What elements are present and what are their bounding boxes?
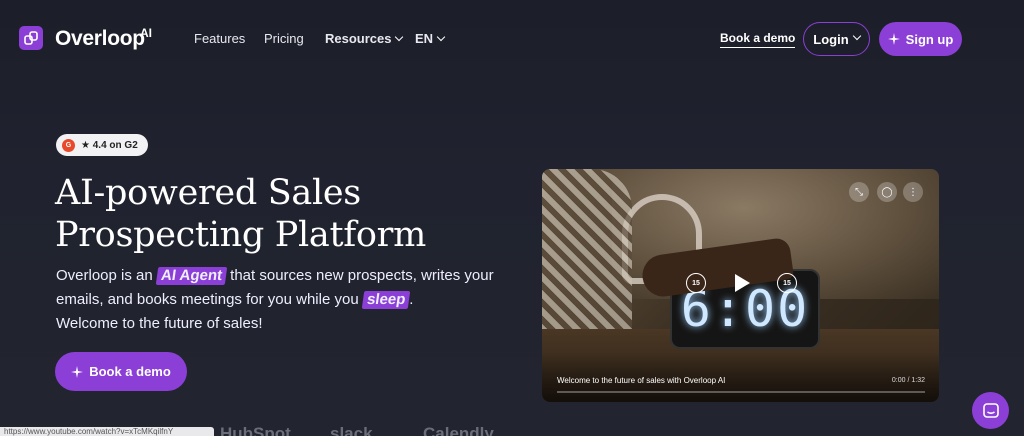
video-caption: Welcome to the future of sales with Over… xyxy=(557,376,726,385)
video-player[interactable]: 6:00 ⤡ ◯ ⋮ 15 15 Welcome to the future o… xyxy=(542,169,939,402)
chat-icon xyxy=(982,402,999,418)
g2-rating-badge[interactable]: G ★ 4.4 on G2 xyxy=(56,134,148,156)
hero-title: AI-powered Sales Prospecting Platform xyxy=(55,172,525,256)
signup-label: Sign up xyxy=(905,31,954,47)
slack-logo: slack xyxy=(330,424,373,436)
hero-desc-text: Overloop is an xyxy=(56,267,153,284)
overloop-logo-icon[interactable] xyxy=(19,26,43,50)
hero-book-demo-button[interactable]: Book a demo xyxy=(55,352,187,391)
hero-title-line1: AI-powered Sales xyxy=(55,173,361,213)
g2-icon: G xyxy=(62,138,75,152)
hubspot-logo: HubSpot xyxy=(220,424,291,436)
highlight-sleep: sleep xyxy=(361,291,411,309)
chevron-down-icon xyxy=(395,32,404,42)
brand-suffix: AI xyxy=(140,26,152,40)
nav-resources-label: Resources xyxy=(325,31,392,46)
nav-features[interactable]: Features xyxy=(194,31,245,46)
chat-widget-button[interactable] xyxy=(972,392,1009,429)
nav-language-label: EN xyxy=(415,31,434,46)
play-icon[interactable] xyxy=(724,266,758,300)
more-options-icon[interactable]: ⋮ xyxy=(903,182,923,202)
book-demo-link[interactable]: Book a demo xyxy=(720,31,796,48)
nav-language[interactable]: EN xyxy=(415,31,446,46)
highlight-ai-agent: AI Agent xyxy=(155,267,228,285)
login-button[interactable]: Login xyxy=(803,22,870,56)
nav-resources[interactable]: Resources xyxy=(325,31,404,46)
forward-15-icon[interactable]: 15 xyxy=(777,273,797,293)
calendly-logo: Calendly xyxy=(423,424,494,436)
brand-name[interactable]: Overloop xyxy=(55,27,145,51)
video-lamp xyxy=(542,169,632,349)
video-time: 0:00 / 1:32 xyxy=(891,377,925,384)
sparkle-icon xyxy=(71,365,84,378)
hero-desc-tagline: Welcome to the future of sales! xyxy=(56,315,263,332)
top-nav: Overloop AI Features Pricing Resources E… xyxy=(0,0,1024,76)
login-label: Login xyxy=(813,31,849,47)
nav-pricing[interactable]: Pricing xyxy=(264,31,304,46)
chevron-down-icon xyxy=(436,32,446,42)
comment-icon[interactable]: ◯ xyxy=(877,182,897,202)
sparkle-icon xyxy=(887,33,900,45)
hero-description: Overloop is an AI Agent that sources new… xyxy=(56,264,516,336)
chevron-down-icon xyxy=(852,31,861,41)
signup-button[interactable]: Sign up xyxy=(879,22,962,56)
rewind-15-icon[interactable]: 15 xyxy=(686,273,706,293)
hero-cta-label: Book a demo xyxy=(89,364,171,379)
g2-rating-text: ★ 4.4 on G2 xyxy=(81,139,138,151)
video-progress-bar[interactable] xyxy=(557,391,925,393)
minimize-icon[interactable]: ⤡ xyxy=(849,182,869,202)
hero-title-line2: Prospecting Platform xyxy=(55,215,426,255)
status-bar-url: https://www.youtube.com/watch?v=xTcMKqil… xyxy=(0,427,214,436)
